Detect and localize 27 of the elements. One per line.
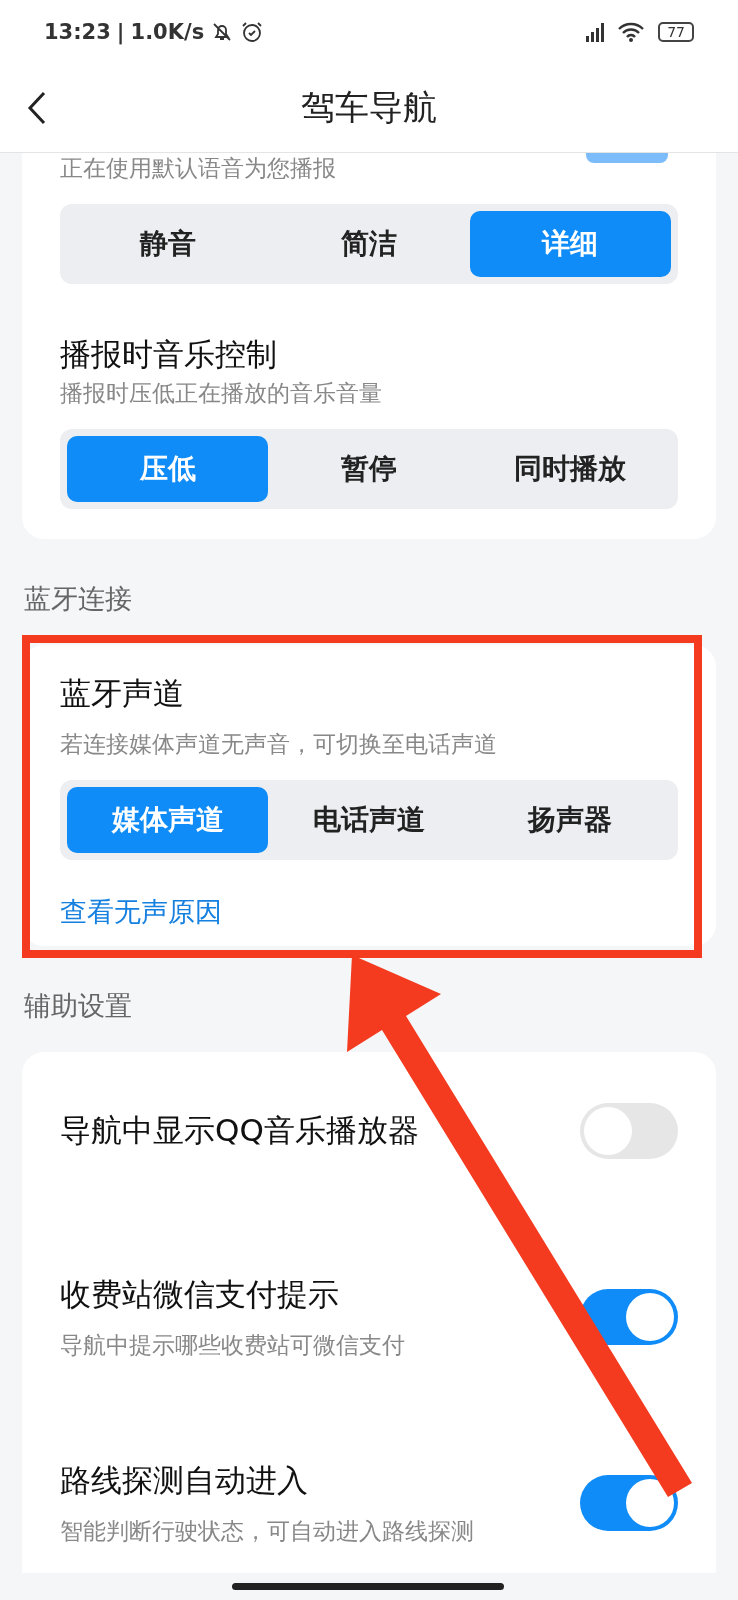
toggle-switch[interactable] <box>580 1475 678 1531</box>
setting-title: 导航中显示QQ音乐播放器 <box>60 1111 419 1150</box>
status-time: 13:23 <box>44 20 111 44</box>
segment-option[interactable]: 扬声器 <box>469 787 671 853</box>
section-label: 辅助设置 <box>23 989 133 1023</box>
battery-indicator: 77 <box>658 22 694 42</box>
setting-description: 导航中提示哪些收费站可微信支付 <box>60 1330 405 1360</box>
setting-description: 正在使用默认语音为您播报 <box>60 154 337 183</box>
segment-option[interactable]: 暂停 <box>268 436 470 502</box>
setting-title: 路线探测自动进入 <box>60 1460 309 1500</box>
network-speed: 1.0K/s <box>130 20 205 44</box>
toggle-switch[interactable] <box>580 1103 678 1159</box>
segment-option[interactable]: 电话声道 <box>268 787 470 853</box>
setting-title: 收费站微信支付提示 <box>60 1274 340 1314</box>
segment-option[interactable]: 同时播放 <box>469 436 671 502</box>
segment-option[interactable]: 静音 <box>67 211 269 277</box>
setting-description: 若连接媒体声道无声音，可切换至电话声道 <box>60 730 498 759</box>
setting-title: 播报时音乐控制 <box>60 335 278 374</box>
segment-option[interactable]: 简洁 <box>268 211 470 277</box>
page-title: 驾车导航 <box>301 86 437 129</box>
help-link[interactable]: 查看无声原因 <box>60 894 222 930</box>
setting-description: 智能判断行驶状态，可自动进入路线探测 <box>60 1516 474 1546</box>
section-label: 蓝牙连接 <box>23 582 133 616</box>
status-separator: | <box>116 20 125 44</box>
back-icon[interactable] <box>27 91 47 125</box>
setting-title: 蓝牙声道 <box>60 674 185 713</box>
setting-description: 播报时压低正在播放的音乐音量 <box>60 379 383 408</box>
